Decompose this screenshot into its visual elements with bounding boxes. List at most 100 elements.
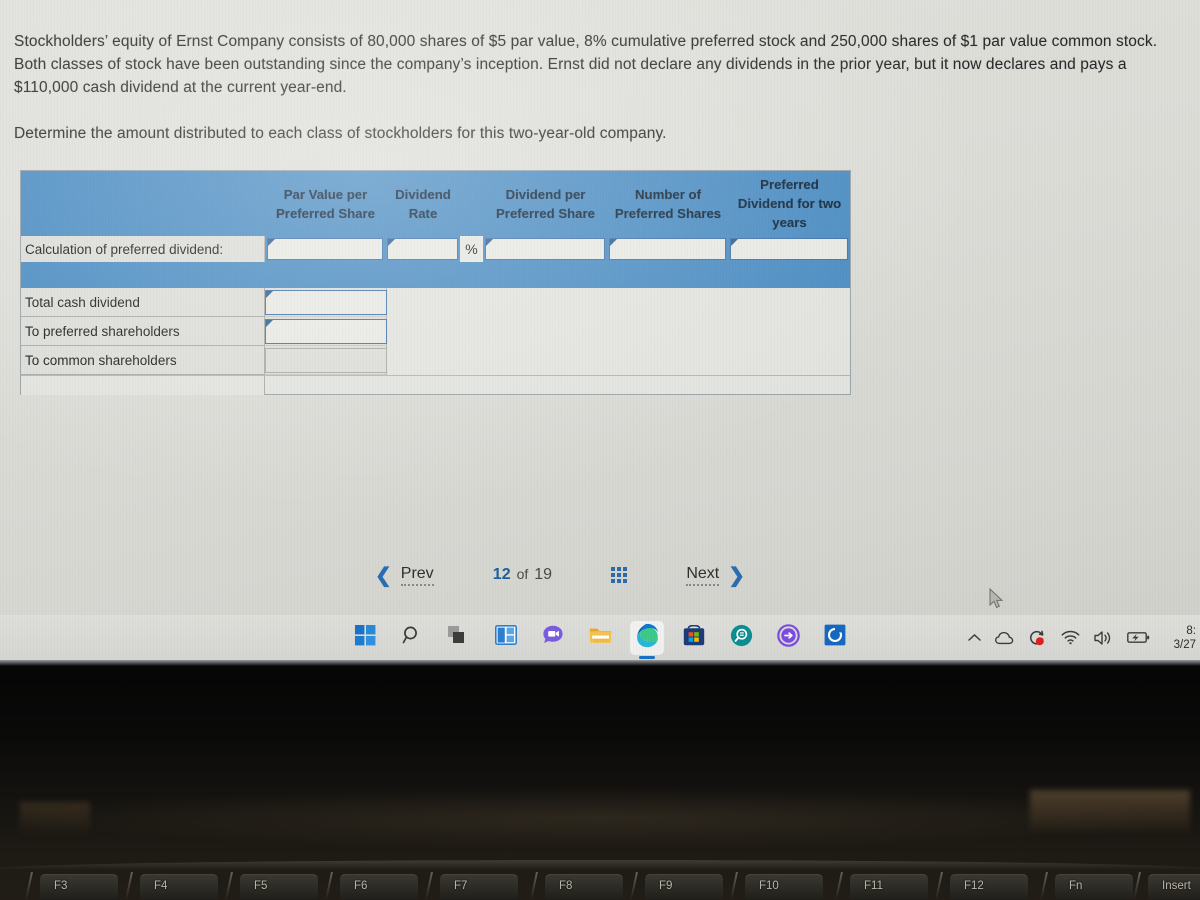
- key-label: F6: [354, 880, 368, 892]
- key-label: F10: [759, 880, 779, 892]
- keyboard-key-f6[interactable]: F6: [340, 870, 418, 900]
- widgets-button[interactable]: [489, 621, 523, 655]
- preferred-dividend-cell: [728, 236, 850, 262]
- battery-charging-icon[interactable]: [1127, 631, 1150, 644]
- keyboard-key-f12[interactable]: F12: [950, 870, 1028, 900]
- outlook-app[interactable]: [818, 621, 852, 655]
- chat-button[interactable]: [536, 621, 570, 655]
- row-label-to-common-shareholders: To common shareholders: [21, 346, 265, 375]
- grid-cell: [617, 579, 622, 583]
- grid-cell: [617, 567, 622, 571]
- key-gap: [630, 872, 638, 900]
- grid-cell: [611, 567, 616, 571]
- task-view-button[interactable]: [442, 621, 476, 655]
- row-label-total-cash-dividend: Total cash dividend: [21, 288, 265, 317]
- search-button[interactable]: [395, 621, 429, 655]
- total-cash-dividend-input[interactable]: [265, 289, 387, 315]
- microsoft-store[interactable]: [677, 621, 711, 655]
- file-explorer[interactable]: [583, 621, 617, 655]
- number-of-shares-input[interactable]: [609, 238, 726, 260]
- table-header-row: Par Value per Preferred Share Dividend R…: [21, 171, 850, 236]
- keyboard-key-insert[interactable]: Insert: [1148, 870, 1200, 900]
- key-label: F8: [559, 880, 573, 892]
- table-row: Total cash dividend: [21, 288, 850, 317]
- task-view-icon: [448, 625, 470, 650]
- screen-bezel-edge: [0, 660, 1200, 666]
- row-filler: [387, 317, 850, 346]
- page-counter: 12 of 19: [493, 566, 552, 584]
- dividend-per-share-input[interactable]: [485, 238, 605, 260]
- keyboard-key-f7[interactable]: F7: [440, 870, 518, 900]
- mouse-pointer-icon: [989, 587, 1005, 615]
- keyboard-key-f4[interactable]: F4: [140, 870, 218, 900]
- chevron-up-icon[interactable]: [968, 633, 981, 642]
- grid-cell: [611, 579, 616, 583]
- key-gap: [425, 872, 433, 900]
- key-gap: [225, 872, 233, 900]
- preferred-dividend-table: Par Value per Preferred Share Dividend R…: [20, 170, 851, 395]
- sync-record-icon[interactable]: [1028, 629, 1047, 646]
- keyboard-key-f11[interactable]: F11: [850, 870, 928, 900]
- chevron-right-icon: ❯: [728, 564, 745, 587]
- keyboard-key-f8[interactable]: F8: [545, 870, 623, 900]
- par-value-cell: [265, 236, 385, 262]
- purple-arrow-icon: [776, 623, 800, 652]
- key-gap: [125, 872, 133, 900]
- keyboard-key-f3[interactable]: F3: [40, 870, 118, 900]
- preferred-dividend-input[interactable]: [730, 238, 848, 260]
- problem-question: Determine the amount distributed to each…: [14, 125, 667, 142]
- speaker-icon[interactable]: [1094, 630, 1113, 646]
- edge-icon: [635, 623, 660, 653]
- desk-reflection: [30, 788, 1170, 848]
- par-value-input[interactable]: [267, 238, 383, 260]
- table-row: To preferred shareholders: [21, 317, 850, 346]
- keyboard-key-f5[interactable]: F5: [240, 870, 318, 900]
- clock-time: 8:: [1186, 624, 1196, 637]
- dividend-per-share-cell: [483, 236, 607, 262]
- to-common-shareholders-input[interactable]: [265, 347, 387, 373]
- keyboard-key-f9[interactable]: F9: [645, 870, 723, 900]
- dividend-rate-input[interactable]: [387, 238, 458, 260]
- keyboard-key-f10[interactable]: F10: [745, 870, 823, 900]
- table-row: To common shareholders: [21, 346, 850, 375]
- key-gap: [835, 872, 843, 900]
- next-button[interactable]: Next ❯: [686, 563, 745, 588]
- table-footer-filler: [21, 375, 850, 395]
- sync-app[interactable]: [771, 621, 805, 655]
- grid-view-icon[interactable]: [611, 567, 628, 583]
- clock[interactable]: 8: 3/27: [1166, 624, 1196, 652]
- laptop-chassis: F3 F4 F5 F6 F7 F8 F9 F10 F11 F12 Fn Insert: [0, 660, 1200, 900]
- calculation-row-label: Calculation of preferred dividend:: [21, 236, 265, 262]
- page-of-label: of: [516, 566, 529, 582]
- keyboard-key-fn[interactable]: Fn: [1055, 870, 1133, 900]
- cloud-icon[interactable]: [995, 631, 1014, 645]
- wifi-icon[interactable]: [1061, 630, 1080, 645]
- key-gap: [1133, 872, 1141, 900]
- prev-button[interactable]: ❮ Prev: [375, 563, 434, 588]
- calculation-row: Calculation of preferred dividend: %: [21, 236, 850, 262]
- keyboard-deck-edge: [0, 860, 1200, 870]
- key-label: F3: [54, 880, 68, 892]
- desk-surface-right: [1030, 790, 1190, 832]
- start-button[interactable]: [348, 621, 382, 655]
- row-filler: [387, 288, 850, 317]
- to-preferred-shareholders-input[interactable]: [265, 318, 387, 344]
- key-label: Fn: [1069, 880, 1083, 892]
- key-gap: [1040, 872, 1048, 900]
- windows-logo-icon: [354, 624, 376, 651]
- taskbar-icon-group: [348, 620, 852, 655]
- search-app[interactable]: [724, 621, 758, 655]
- header-dividend-rate: Dividend Rate: [385, 171, 460, 236]
- windows-taskbar: 8: 3/27: [0, 615, 1200, 660]
- key-label: F11: [864, 880, 883, 892]
- table-separator-band: [21, 262, 850, 288]
- key-gap: [935, 872, 943, 900]
- clock-date: 3/27: [1173, 638, 1196, 651]
- row-filler: [387, 346, 850, 375]
- header-percent-spacer: [460, 171, 483, 236]
- microsoft-edge[interactable]: [630, 620, 664, 655]
- chat-teams-icon: [542, 625, 564, 650]
- page-navigation: ❮ Prev 12 of 19 Next ❯: [375, 560, 745, 590]
- laptop-screen: Stockholders’ equity of Ernst Company co…: [0, 0, 1200, 660]
- system-tray: 8: 3/27: [968, 615, 1200, 660]
